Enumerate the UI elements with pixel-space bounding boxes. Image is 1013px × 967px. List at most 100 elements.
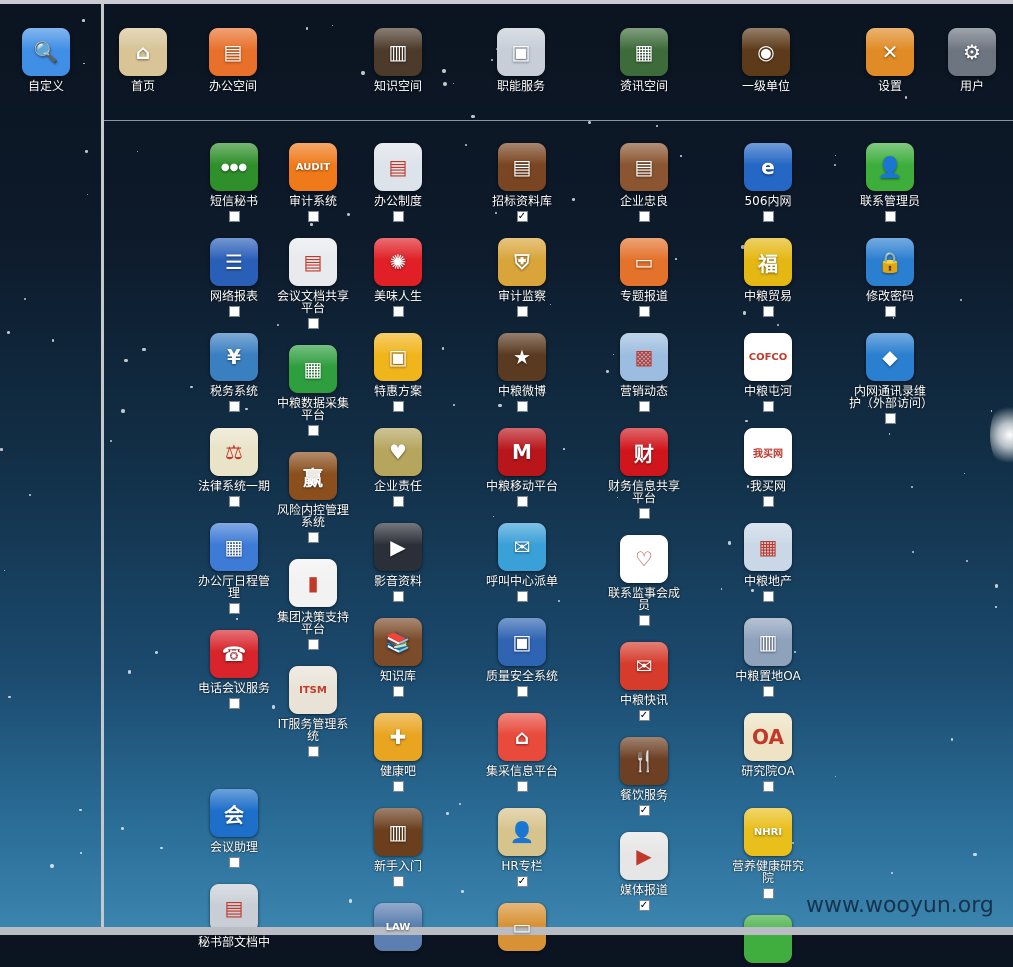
checkbox[interactable] <box>307 532 319 543</box>
app-tile[interactable]: 👤 联系管理员 <box>849 143 931 222</box>
checkbox[interactable] <box>228 857 240 868</box>
app-tile[interactable]: ▦ 中粮数据采集平台 <box>272 345 354 436</box>
nav-home[interactable]: ⌂ 首页 <box>102 28 184 92</box>
app-tile[interactable]: ✉ 呼叫中心派单 <box>481 523 563 602</box>
app-tile[interactable]: ▥ 中粮置地OA <box>727 618 809 697</box>
checkbox[interactable] <box>762 591 774 602</box>
checkbox[interactable] <box>884 211 896 222</box>
checkbox[interactable] <box>307 318 319 329</box>
app-tile[interactable]: ▤ 秘书部文档中 <box>193 884 275 948</box>
app-tile[interactable]: 我买网 我买网 <box>727 428 809 507</box>
app-tile[interactable]: ▮ 集团决策支持平台 <box>272 559 354 650</box>
checkbox[interactable] <box>762 781 774 792</box>
app-tile[interactable]: ITSM IT服务管理系统 <box>272 666 354 757</box>
app-tile[interactable]: ▥ 新手入门 <box>357 808 439 887</box>
app-tile[interactable]: ¥ 税务系统 <box>193 333 275 412</box>
app-tile[interactable]: COFCO 中粮屯河 <box>727 333 809 412</box>
app-tile[interactable] <box>727 915 809 967</box>
checkbox[interactable] <box>762 401 774 412</box>
checkbox[interactable] <box>762 306 774 317</box>
checkbox[interactable] <box>228 306 240 317</box>
checkbox[interactable] <box>228 211 240 222</box>
checkbox[interactable] <box>516 591 528 602</box>
app-tile[interactable]: ▤ 会议文档共享平台 <box>272 238 354 329</box>
app-tile[interactable]: 财财务信息共享平台 <box>603 428 685 519</box>
app-tile[interactable]: ⌂ 集采信息平台 <box>481 713 563 792</box>
checkbox[interactable] <box>638 508 650 519</box>
nav-drawer[interactable]: ▤ 办公空间 <box>192 28 274 92</box>
checkbox[interactable] <box>392 781 404 792</box>
nav-screen[interactable]: ▣ 职能服务 <box>480 28 562 92</box>
checkbox[interactable] <box>762 496 774 507</box>
app-tile[interactable]: AUDIT 审计系统 <box>272 143 354 222</box>
checkbox-checked[interactable]: ✓ <box>638 710 650 721</box>
checkbox[interactable] <box>307 425 319 436</box>
app-tile[interactable]: 会会议助理 <box>193 789 275 868</box>
checkbox[interactable] <box>228 603 240 614</box>
app-tile[interactable]: ⛨ 审计监察 <box>481 238 563 317</box>
checkbox[interactable] <box>762 211 774 222</box>
checkbox[interactable] <box>516 496 528 507</box>
checkbox-checked[interactable]: ✓ <box>638 805 650 816</box>
app-tile[interactable]: ▣ 特惠方案 <box>357 333 439 412</box>
checkbox[interactable] <box>392 686 404 697</box>
app-tile[interactable]: ✉ 中粮快讯 ✓ <box>603 642 685 721</box>
checkbox[interactable] <box>516 306 528 317</box>
checkbox-checked[interactable]: ✓ <box>516 211 528 222</box>
checkbox[interactable] <box>638 615 650 626</box>
checkbox-checked[interactable]: ✓ <box>638 900 650 911</box>
checkbox[interactable] <box>762 686 774 697</box>
checkbox[interactable] <box>307 746 319 757</box>
checkbox[interactable] <box>516 401 528 412</box>
app-tile[interactable]: M 中粮移动平台 <box>481 428 563 507</box>
checkbox[interactable] <box>392 591 404 602</box>
nav-gear[interactable]: ⚙ 用户 <box>931 28 1013 92</box>
checkbox[interactable] <box>392 876 404 887</box>
app-tile[interactable]: ▶ 影音资料 <box>357 523 439 602</box>
app-tile[interactable]: ♡ 联系监事会成员 <box>603 535 685 626</box>
app-tile[interactable]: ⚖ 法律系统一期 <box>193 428 275 507</box>
app-tile[interactable]: ♥ 企业责任 <box>357 428 439 507</box>
checkbox-checked[interactable]: ✓ <box>516 876 528 887</box>
app-tile[interactable]: 🔒 修改密码 <box>849 238 931 317</box>
checkbox[interactable] <box>228 401 240 412</box>
app-tile[interactable]: ▣ 质量安全系统 <box>481 618 563 697</box>
app-tile[interactable]: ▩ 营销动态 <box>603 333 685 412</box>
nav-tools[interactable]: ✕ 设置 <box>849 28 931 92</box>
app-tile[interactable]: 👤 HR专栏 ✓ <box>481 808 563 887</box>
checkbox[interactable] <box>392 211 404 222</box>
app-tile[interactable]: ▤ 招标资料库 ✓ <box>481 143 563 222</box>
checkbox[interactable] <box>392 496 404 507</box>
checkbox[interactable] <box>516 686 528 697</box>
app-tile[interactable]: e 506内网 <box>727 143 809 222</box>
app-tile[interactable]: ●●● 短信秘书 <box>193 143 275 222</box>
app-tile[interactable]: OA 研究院OA <box>727 713 809 792</box>
app-tile[interactable]: 📚 知识库 <box>357 618 439 697</box>
app-tile[interactable]: ◆ 内网通讯录维护（外部访问） <box>849 333 933 424</box>
checkbox[interactable] <box>638 306 650 317</box>
checkbox[interactable] <box>516 781 528 792</box>
checkbox[interactable] <box>307 639 319 650</box>
app-tile[interactable]: ☎ 电话会议服务 <box>193 630 275 709</box>
checkbox[interactable] <box>392 401 404 412</box>
checkbox[interactable] <box>638 211 650 222</box>
nav-books[interactable]: ▥ 知识空间 <box>357 28 439 92</box>
app-tile[interactable]: ▤ 办公制度 <box>357 143 439 222</box>
app-tile[interactable]: NHRI 营养健康研究院 <box>727 808 809 899</box>
checkbox[interactable] <box>884 306 896 317</box>
app-tile[interactable]: 🍴 餐饮服务 ✓ <box>603 737 685 816</box>
app-tile[interactable]: ☰ 网络报表 <box>193 238 275 317</box>
checkbox[interactable] <box>392 306 404 317</box>
app-tile[interactable]: 赢风险内控管理系统 <box>272 452 354 543</box>
checkbox[interactable] <box>228 496 240 507</box>
app-tile[interactable]: ▦ 中粮地产 <box>727 523 809 602</box>
checkbox[interactable] <box>884 413 896 424</box>
app-tile[interactable]: ★ 中粮微博 <box>481 333 563 412</box>
app-tile[interactable]: ▶ 媒体报道 ✓ <box>603 832 685 911</box>
checkbox[interactable] <box>228 698 240 709</box>
nav-newspaper[interactable]: ▦ 资讯空间 <box>603 28 685 92</box>
app-tile[interactable]: ▦ 办公厅日程管理 <box>193 523 275 614</box>
checkbox[interactable] <box>638 401 650 412</box>
customize-button[interactable]: 🔍 自定义 <box>5 28 87 92</box>
app-tile[interactable]: ✺ 美味人生 <box>357 238 439 317</box>
